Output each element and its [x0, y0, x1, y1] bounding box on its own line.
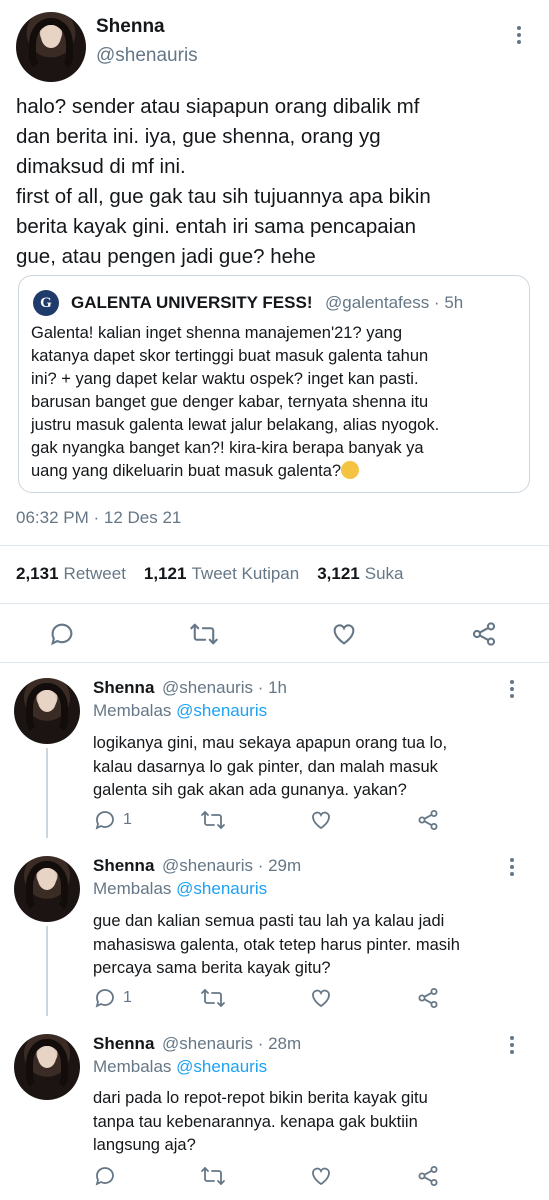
- quote-stat[interactable]: 1,121 Tweet Kutipan: [144, 564, 299, 584]
- share-icon: [472, 622, 496, 646]
- share-icon: [418, 988, 438, 1008]
- reply-button[interactable]: 1: [93, 986, 132, 1010]
- like-stat[interactable]: 3,121 Suka: [317, 564, 403, 584]
- quoted-avatar: G: [33, 290, 59, 316]
- share-button[interactable]: [416, 808, 440, 832]
- more-icon[interactable]: [509, 1036, 515, 1054]
- tweet-stats: 2,131 Retweet 1,121 Tweet Kutipan 3,121 Suk…: [16, 564, 414, 584]
- avatar[interactable]: [16, 12, 86, 82]
- replying-label: Membalas: [93, 701, 172, 720]
- reply-icon: [95, 989, 114, 1008]
- reply-icon: [95, 1167, 114, 1186]
- heart-icon: [312, 1167, 330, 1186]
- thread-line: [46, 748, 48, 838]
- retweet-icon: [190, 623, 218, 645]
- like-button[interactable]: [330, 620, 358, 648]
- retweet-button[interactable]: [200, 1164, 226, 1188]
- reply-avatar[interactable]: [14, 856, 80, 922]
- more-icon[interactable]: [509, 858, 515, 876]
- retweet-label: Retweet: [63, 564, 126, 583]
- quoted-text-body: Galenta! kalian inget shenna manajemen'2…: [31, 324, 440, 480]
- quoted-author-name: GALENTA UNIVERSITY FESS!: [71, 293, 313, 312]
- like-button[interactable]: [309, 808, 333, 832]
- like-count: 3,121: [317, 564, 360, 583]
- replying-label: Membalas: [93, 879, 172, 898]
- tweet-text: halo? sender atau siapapun orang dibalik…: [16, 95, 431, 268]
- avatar-face: [41, 24, 61, 49]
- quoted-author-handle: @galentafess · 5h: [325, 293, 464, 312]
- quoted-logo-letter: G: [40, 294, 52, 311]
- reply-author-name[interactable]: Shenna: [93, 856, 154, 876]
- quote-count: 1,121: [143, 564, 187, 583]
- reply-count: 1: [123, 811, 132, 828]
- author-handle[interactable]: @shenauris: [96, 45, 198, 67]
- retweet-count: 2,131: [16, 564, 59, 583]
- retweet-icon: [201, 989, 225, 1007]
- reply-avatar[interactable]: [14, 1034, 80, 1100]
- retweet-button[interactable]: [200, 986, 226, 1010]
- reply-text: gue dan kalian semua pasti tau lah ya ka…: [93, 912, 460, 977]
- like-label: Suka: [364, 564, 404, 583]
- divider: [0, 603, 549, 604]
- thinking-face-icon: [341, 461, 360, 479]
- replying-to-mention[interactable]: @shenauris: [176, 1057, 267, 1076]
- reply-icon: [95, 811, 114, 830]
- replying-label: Membalas: [93, 1057, 172, 1076]
- reply-button[interactable]: [48, 620, 76, 648]
- replying-to: Membalas @shenauris: [93, 1057, 267, 1077]
- share-button[interactable]: [416, 986, 440, 1010]
- divider: [0, 662, 549, 663]
- retweet-icon: [201, 811, 225, 829]
- retweet-button[interactable]: [189, 620, 219, 648]
- divider: [0, 545, 549, 546]
- heart-icon: [333, 624, 355, 645]
- share-icon: [418, 810, 438, 830]
- like-button[interactable]: [309, 1164, 333, 1188]
- reply-author-name[interactable]: Shenna: [93, 678, 154, 698]
- quote-label: Tweet Kutipan: [191, 564, 300, 583]
- reply-text: dari pada lo repot-repot bikin berita ka…: [93, 1089, 428, 1154]
- reply-handle-time[interactable]: @shenauris · 1h: [162, 678, 287, 698]
- replying-to-mention[interactable]: @shenauris: [176, 701, 267, 720]
- tweet-timestamp[interactable]: 06:32 PM · 12 Des 21: [16, 508, 181, 528]
- share-button[interactable]: [470, 620, 498, 648]
- more-icon[interactable]: [509, 680, 515, 698]
- replying-to: Membalas @shenauris: [93, 701, 267, 721]
- share-button[interactable]: [416, 1164, 440, 1188]
- reply-button[interactable]: 1: [93, 808, 132, 832]
- reply-handle-time[interactable]: @shenauris · 28m: [162, 1034, 301, 1054]
- reply-icon: [51, 623, 73, 646]
- quoted-tweet[interactable]: G GALENTA UNIVERSITY FESS! @galentafess …: [18, 275, 530, 493]
- retweet-icon: [201, 1167, 225, 1185]
- reply-button[interactable]: [93, 1164, 123, 1188]
- reply-text: logikanya gini, mau sekaya apapun orang …: [93, 734, 448, 799]
- reply-count: 1: [123, 989, 132, 1006]
- quoted-text: Galenta! kalian inget shenna manajemen'2…: [31, 322, 523, 483]
- reply-handle-time[interactable]: @shenauris · 29m: [162, 856, 301, 876]
- replying-to: Membalas @shenauris: [93, 879, 267, 899]
- retweet-button[interactable]: [200, 808, 226, 832]
- reply-avatar[interactable]: [14, 678, 80, 744]
- like-button[interactable]: [309, 986, 333, 1010]
- share-icon: [418, 1166, 438, 1186]
- replying-to-mention[interactable]: @shenauris: [176, 879, 267, 898]
- author-name[interactable]: Shenna: [96, 16, 165, 38]
- reply-author-name[interactable]: Shenna: [93, 1034, 154, 1054]
- more-icon[interactable]: [516, 26, 522, 44]
- retweet-stat[interactable]: 2,131 Retweet: [16, 564, 126, 584]
- heart-icon: [312, 811, 330, 830]
- thread-line: [46, 926, 48, 1016]
- heart-icon: [312, 989, 330, 1008]
